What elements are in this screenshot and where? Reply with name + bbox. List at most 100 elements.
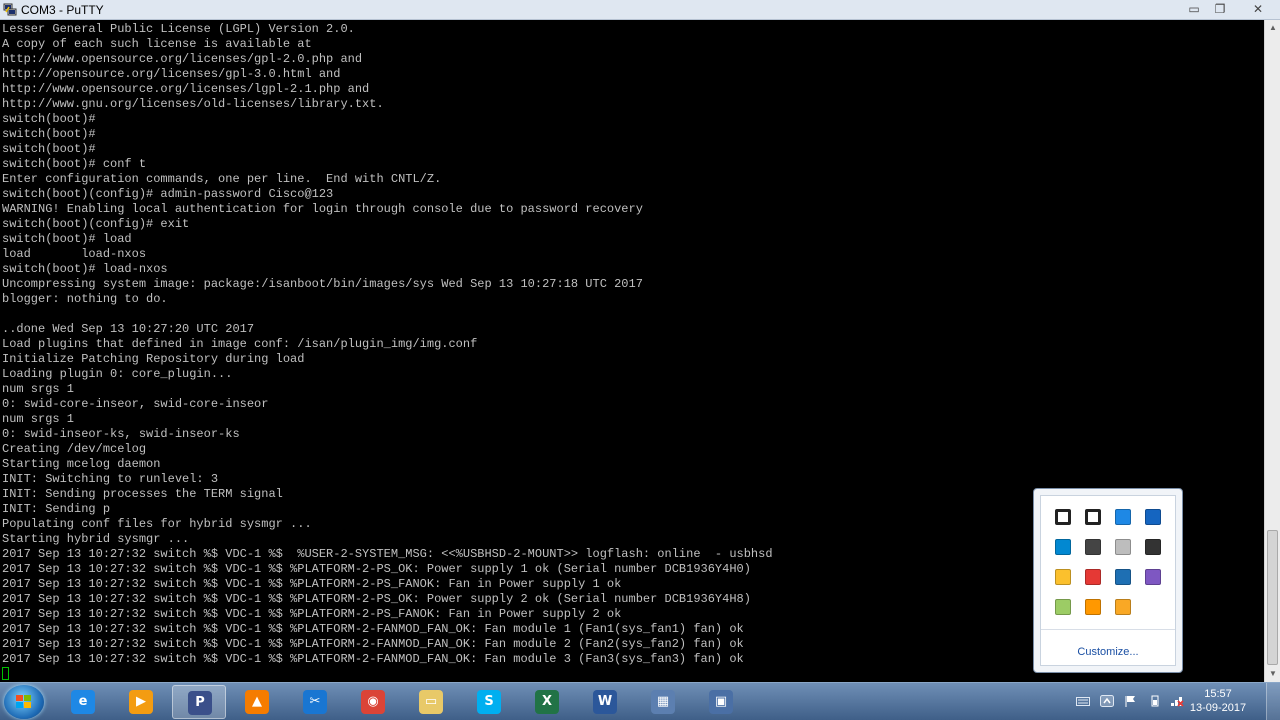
terminal-line: 2017 Sep 13 10:27:32 switch %$ VDC-1 %$ … xyxy=(2,547,773,561)
putty-icon: P xyxy=(188,691,212,715)
battery-icon[interactable] xyxy=(1148,695,1162,707)
terminal-line: switch(boot)# xyxy=(2,112,96,126)
sync-icon[interactable] xyxy=(1055,539,1071,555)
terminal-line: 2017 Sep 13 10:27:32 switch %$ VDC-1 %$ … xyxy=(2,592,751,606)
taskbar-button-snipping-tool[interactable]: ✂ xyxy=(288,685,342,719)
taskbar-button-media-player[interactable]: ▶ xyxy=(114,685,168,719)
chrome-icon: ◉ xyxy=(361,690,385,714)
stop-icon[interactable] xyxy=(1055,509,1071,525)
control-panel-icon: ▦ xyxy=(651,690,675,714)
terminal-line: A copy of each such license is available… xyxy=(2,37,312,51)
terminal-line: 2017 Sep 13 10:27:32 switch %$ VDC-1 %$ … xyxy=(2,637,744,651)
terminal-line: WARNING! Enabling local authentication f… xyxy=(2,202,643,216)
disk-icon[interactable] xyxy=(1115,539,1131,555)
tray-icons-panel: Customize... xyxy=(1040,495,1176,666)
vertical-scrollbar[interactable]: ▲ ▼ xyxy=(1264,20,1280,682)
scroll-up-arrow-icon[interactable]: ▲ xyxy=(1265,20,1280,36)
minimize-button[interactable]: ▭ xyxy=(1180,1,1208,17)
clock-time: 15:57 xyxy=(1204,688,1232,700)
taskbar: e ▶ P ▲ ✂ ◉ ▭ S X W ▦ ▣ 15:57 13-09-2017 xyxy=(0,682,1280,720)
folder-icon: ▭ xyxy=(419,690,443,714)
notification-area-popup: Customize... xyxy=(1033,488,1183,673)
target-icon[interactable] xyxy=(1145,539,1161,555)
terminal-line: switch(boot)(config)# admin-password Cis… xyxy=(2,187,334,201)
terminal-line: ..done Wed Sep 13 10:27:20 UTC 2017 xyxy=(2,322,255,336)
display-icon[interactable] xyxy=(1085,539,1101,555)
taskbar-button-word[interactable]: W xyxy=(578,685,632,719)
terminal-line: 2017 Sep 13 10:27:32 switch %$ VDC-1 %$ … xyxy=(2,607,622,621)
terminal-line: INIT: Sending p xyxy=(2,502,111,516)
taskbar-button-excel[interactable]: X xyxy=(520,685,574,719)
shield-icon[interactable] xyxy=(1115,509,1131,525)
terminal-line: blogger: nothing to do. xyxy=(2,292,168,306)
terminal-line: switch(boot)# xyxy=(2,127,96,141)
terminal-line: num srgs 1 xyxy=(2,412,75,426)
action-center-flag-icon[interactable] xyxy=(1124,695,1138,707)
terminal-line: 2017 Sep 13 10:27:32 switch %$ VDC-1 %$ … xyxy=(2,622,744,636)
terminal-line: Creating /dev/mcelog xyxy=(2,442,147,456)
terminal-line: 2017 Sep 13 10:27:32 switch %$ VDC-1 %$ … xyxy=(2,562,751,576)
tray-divider xyxy=(1041,629,1175,630)
terminal-line: Enter configuration commands, one per li… xyxy=(2,172,442,186)
terminal-line: switch(boot)# load xyxy=(2,232,132,246)
system-clock[interactable]: 15:57 13-09-2017 xyxy=(1188,687,1248,715)
show-hidden-icons-icon[interactable] xyxy=(1100,695,1114,707)
show-desktop-button[interactable] xyxy=(1266,683,1280,720)
customize-link[interactable]: Customize... xyxy=(1041,646,1175,658)
scroll-down-arrow-icon[interactable]: ▼ xyxy=(1265,666,1280,682)
terminal-line: http://www.opensource.org/licenses/gpl-2… xyxy=(2,52,363,66)
pause-icon[interactable] xyxy=(1085,509,1101,525)
remote-desktop-icon: ▣ xyxy=(709,690,733,714)
terminal-line: Uncompressing system image: package:/isa… xyxy=(2,277,643,291)
skype-icon: S xyxy=(477,690,501,714)
taskbar-button-control-panel[interactable]: ▦ xyxy=(636,685,690,719)
system-tray xyxy=(1068,683,1280,720)
terminal-line: http://www.gnu.org/licenses/old-licenses… xyxy=(2,97,384,111)
taskbar-button-internet-explorer[interactable]: e xyxy=(56,685,110,719)
taskbar-button-folder[interactable]: ▭ xyxy=(404,685,458,719)
taskbar-button-chrome[interactable]: ◉ xyxy=(346,685,400,719)
excel-icon: X xyxy=(535,690,559,714)
terminal-line: num srgs 1 xyxy=(2,382,75,396)
terminal-line: 2017 Sep 13 10:27:32 switch %$ VDC-1 %$ … xyxy=(2,652,744,666)
taskbar-button-remote-desktop[interactable]: ▣ xyxy=(694,685,748,719)
word-icon: W xyxy=(593,690,617,714)
putty-app-icon[interactable] xyxy=(3,3,17,16)
onenote-icon[interactable] xyxy=(1145,569,1161,585)
terminal-cursor xyxy=(2,667,9,680)
start-button[interactable] xyxy=(4,685,44,719)
terminal-line: Loading plugin 0: core_plugin... xyxy=(2,367,233,381)
globe-icon[interactable] xyxy=(1115,569,1131,585)
terminal-output: Lesser General Public License (LGPL) Ver… xyxy=(2,22,773,667)
taskbar-button-skype[interactable]: S xyxy=(462,685,516,719)
clock-date: 13-09-2017 xyxy=(1189,702,1247,714)
terminal-line: 0: swid-inseor-ks, swid-inseor-ks xyxy=(2,427,240,441)
keyboard-icon[interactable] xyxy=(1076,695,1090,707)
remote-desktop-icon[interactable] xyxy=(1055,569,1071,585)
terminal-line: Starting hybrid sysmgr ... xyxy=(2,532,190,546)
leaf-icon[interactable] xyxy=(1055,599,1071,615)
blocked-icon[interactable] xyxy=(1085,569,1101,585)
terminal-line: load load-nxos xyxy=(2,247,147,261)
terminal-line: 0: swid-core-inseor, swid-core-inseor xyxy=(2,397,269,411)
terminal-line: Load plugins that defined in image conf:… xyxy=(2,337,478,351)
security-icon[interactable] xyxy=(1115,599,1131,615)
network-disconnected-icon[interactable] xyxy=(1170,695,1184,707)
taskbar-button-putty[interactable]: P xyxy=(172,685,226,719)
close-button[interactable]: ✕ xyxy=(1238,1,1278,17)
cloud-icon[interactable] xyxy=(1085,599,1101,615)
internet-explorer-icon: e xyxy=(71,690,95,714)
terminal-line: Populating conf files for hybrid sysmgr … xyxy=(2,517,312,531)
terminal-line: switch(boot)# load-nxos xyxy=(2,262,168,276)
terminal-line: INIT: Sending processes the TERM signal xyxy=(2,487,283,501)
taskbar-button-vlc[interactable]: ▲ xyxy=(230,685,284,719)
terminal-line: Initialize Patching Repository during lo… xyxy=(2,352,305,366)
terminal-line: switch(boot)# xyxy=(2,142,96,156)
maximize-button[interactable]: ❐ xyxy=(1206,1,1234,17)
terminal-line: http://opensource.org/licenses/gpl-3.0.h… xyxy=(2,67,341,81)
terminal-line: Lesser General Public License (LGPL) Ver… xyxy=(2,22,355,36)
network-monitor-icon[interactable] xyxy=(1145,509,1161,525)
scrollbar-thumb[interactable] xyxy=(1267,530,1278,665)
media-player-icon: ▶ xyxy=(129,690,153,714)
